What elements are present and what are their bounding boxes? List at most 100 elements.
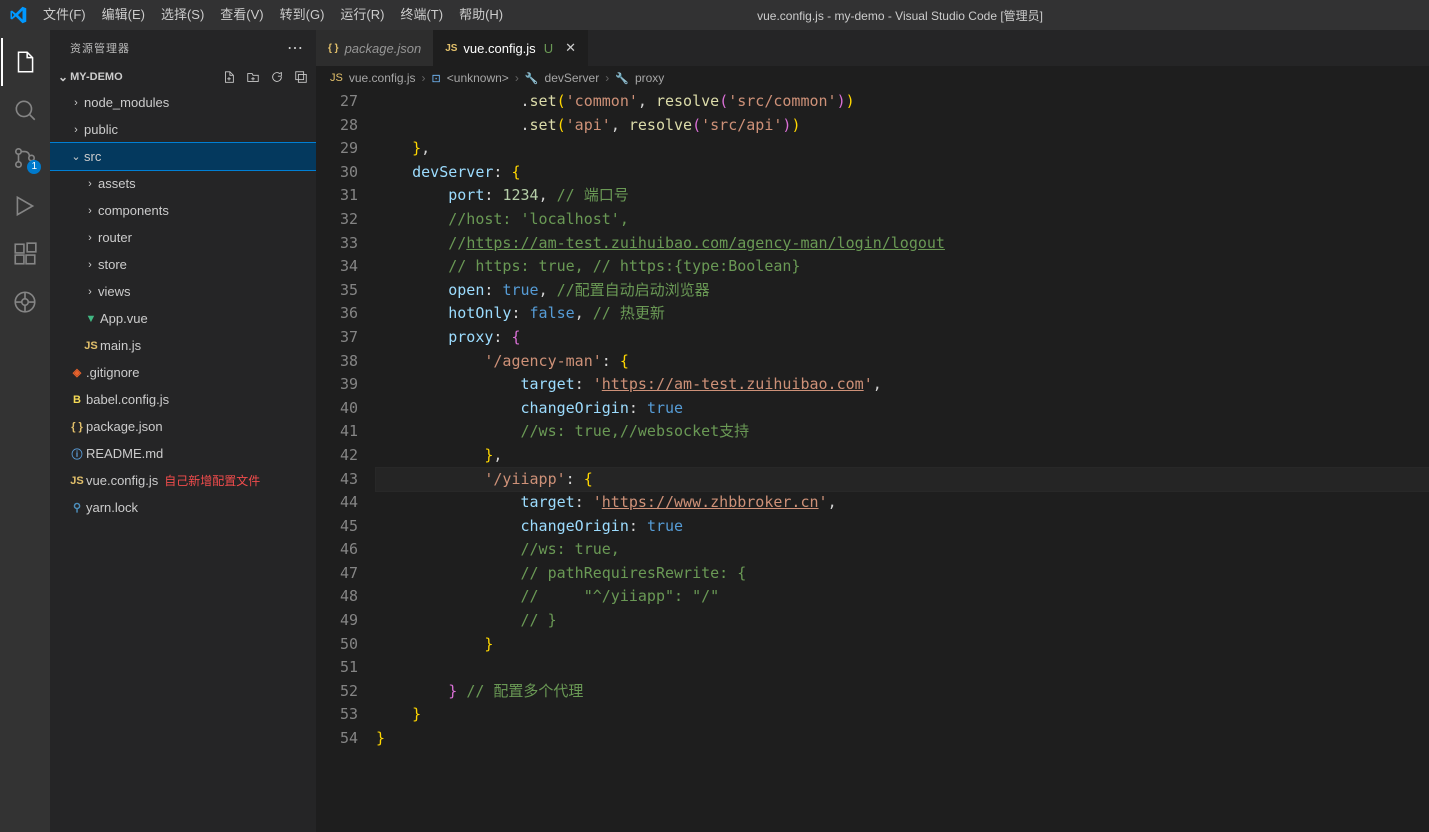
- source-control-icon[interactable]: 1: [1, 134, 49, 182]
- chevron-right-icon: ›: [68, 97, 84, 109]
- code-line-40[interactable]: changeOrigin: true: [376, 397, 1429, 421]
- chevron-right-icon: ›: [422, 71, 426, 85]
- code-line-36[interactable]: hotOnly: false, // 热更新: [376, 302, 1429, 326]
- extensions-icon[interactable]: [1, 230, 49, 278]
- file-babel.config.js[interactable]: Bbabel.config.js: [50, 386, 316, 413]
- code-line-53[interactable]: }: [376, 703, 1429, 727]
- folder-src[interactable]: ⌄src: [50, 143, 316, 170]
- file-App.vue[interactable]: ▼App.vue: [50, 305, 316, 332]
- code-line-47[interactable]: // pathRequiresRewrite: {: [376, 562, 1429, 586]
- breadcrumb-item[interactable]: proxy: [635, 71, 664, 85]
- code-line-50[interactable]: }: [376, 633, 1429, 657]
- chevron-right-icon: ›: [82, 178, 98, 190]
- code-line-34[interactable]: // https: true, // https:{type:Boolean}: [376, 255, 1429, 279]
- code-line-31[interactable]: port: 1234, // 端口号: [376, 184, 1429, 208]
- sidebar-header: 资源管理器 ⋯: [50, 30, 316, 65]
- sidebar: 资源管理器 ⋯ ⌄ MY-DEMO ›node_modules›public⌄s…: [50, 30, 316, 832]
- code-line-35[interactable]: open: true, //配置自动启动浏览器: [376, 279, 1429, 303]
- tree-label: App.vue: [100, 311, 148, 326]
- line-number: 38: [316, 350, 358, 374]
- menu-item-2[interactable]: 选择(S): [153, 0, 212, 30]
- menu-item-4[interactable]: 转到(G): [272, 0, 333, 30]
- file-package.json[interactable]: { }package.json: [50, 413, 316, 440]
- folder-root[interactable]: ⌄ MY-DEMO: [50, 65, 316, 89]
- search-icon[interactable]: [1, 86, 49, 134]
- code-line-33[interactable]: //https://am-test.zuihuibao.com/agency-m…: [376, 232, 1429, 256]
- tab-vue.config.js[interactable]: JS vue.config.js U ✕: [433, 30, 588, 66]
- refresh-icon[interactable]: [270, 70, 284, 84]
- dirty-indicator: U: [544, 41, 553, 56]
- code-editor[interactable]: 2728293031323334353637383940414243444546…: [316, 90, 1429, 832]
- new-file-icon[interactable]: [222, 70, 236, 84]
- line-number: 49: [316, 609, 358, 633]
- code-body[interactable]: .set('common', resolve('src/common')) .s…: [376, 90, 1429, 832]
- md-file-icon: ⓘ: [68, 446, 86, 462]
- tab-package.json[interactable]: { }package.json: [316, 30, 433, 66]
- menu-item-3[interactable]: 查看(V): [212, 0, 271, 30]
- menu-item-6[interactable]: 终端(T): [392, 0, 451, 30]
- folder-node_modules[interactable]: ›node_modules: [50, 89, 316, 116]
- run-debug-icon[interactable]: [1, 182, 49, 230]
- explorer-icon[interactable]: [1, 38, 49, 86]
- folder-store[interactable]: ›store: [50, 251, 316, 278]
- code-line-27[interactable]: .set('common', resolve('src/common')): [376, 90, 1429, 114]
- breadcrumb-item[interactable]: devServer: [545, 71, 600, 85]
- menu-item-5[interactable]: 运行(R): [332, 0, 392, 30]
- file-.gitignore[interactable]: ◈.gitignore: [50, 359, 316, 386]
- tab-label: vue.config.js: [463, 41, 535, 56]
- code-line-30[interactable]: devServer: {: [376, 161, 1429, 185]
- code-line-37[interactable]: proxy: {: [376, 326, 1429, 350]
- vscode-logo-icon: [0, 6, 35, 24]
- new-folder-icon[interactable]: [246, 70, 260, 84]
- activity-bar: 1: [0, 30, 50, 832]
- menu-item-1[interactable]: 编辑(E): [94, 0, 153, 30]
- code-line-52[interactable]: } // 配置多个代理: [376, 680, 1429, 704]
- file-README.md[interactable]: ⓘREADME.md: [50, 440, 316, 467]
- file-yarn.lock[interactable]: ⚲yarn.lock: [50, 494, 316, 521]
- js-file-icon: JS: [68, 475, 86, 487]
- folder-views[interactable]: ›views: [50, 278, 316, 305]
- js-file-icon: JS: [445, 43, 457, 54]
- line-gutter: 2728293031323334353637383940414243444546…: [316, 90, 376, 832]
- code-line-29[interactable]: },: [376, 137, 1429, 161]
- code-line-49[interactable]: // }: [376, 609, 1429, 633]
- breadcrumb-item[interactable]: <unknown>: [447, 71, 509, 85]
- code-line-38[interactable]: '/agency-man': {: [376, 350, 1429, 374]
- line-number: 42: [316, 444, 358, 468]
- code-line-45[interactable]: changeOrigin: true: [376, 515, 1429, 539]
- tree-label: router: [98, 230, 132, 245]
- code-line-54[interactable]: }: [376, 727, 1429, 751]
- line-number: 48: [316, 585, 358, 609]
- breadcrumb-icon: JS: [330, 72, 343, 84]
- file-vue.config.js[interactable]: JSvue.config.js自己新增配置文件: [50, 467, 316, 494]
- code-line-28[interactable]: .set('api', resolve('src/api')): [376, 114, 1429, 138]
- menu-item-7[interactable]: 帮助(H): [451, 0, 511, 30]
- code-line-48[interactable]: // "^/yiiapp": "/": [376, 585, 1429, 609]
- line-number: 33: [316, 232, 358, 256]
- title-bar: 文件(F)编辑(E)选择(S)查看(V)转到(G)运行(R)终端(T)帮助(H)…: [0, 0, 1429, 30]
- code-line-39[interactable]: target: 'https://am-test.zuihuibao.com',: [376, 373, 1429, 397]
- chevron-right-icon: ›: [82, 259, 98, 271]
- code-line-51[interactable]: [376, 656, 1429, 680]
- folder-public[interactable]: ›public: [50, 116, 316, 143]
- close-icon[interactable]: ✕: [565, 40, 576, 56]
- folder-router[interactable]: ›router: [50, 224, 316, 251]
- code-line-32[interactable]: //host: 'localhost',: [376, 208, 1429, 232]
- more-icon[interactable]: ⋯: [287, 38, 304, 58]
- file-main.js[interactable]: JSmain.js: [50, 332, 316, 359]
- code-line-46[interactable]: //ws: true,: [376, 538, 1429, 562]
- menu-item-0[interactable]: 文件(F): [35, 0, 94, 30]
- tree-label: views: [98, 284, 131, 299]
- code-line-43[interactable]: '/yiiapp': {: [376, 468, 1429, 492]
- code-line-41[interactable]: //ws: true,//websocket支持: [376, 420, 1429, 444]
- code-line-44[interactable]: target: 'https://www.zhbbroker.cn',: [376, 491, 1429, 515]
- folder-components[interactable]: ›components: [50, 197, 316, 224]
- breadcrumb-item[interactable]: vue.config.js: [349, 71, 416, 85]
- remote-icon[interactable]: [1, 278, 49, 326]
- code-line-42[interactable]: },: [376, 444, 1429, 468]
- folder-assets[interactable]: ›assets: [50, 170, 316, 197]
- breadcrumb[interactable]: JSvue.config.js›⊡<unknown>›🔧devServer›🔧p…: [316, 66, 1429, 90]
- line-number: 39: [316, 373, 358, 397]
- tree-label: src: [84, 149, 101, 164]
- collapse-icon[interactable]: [294, 70, 308, 84]
